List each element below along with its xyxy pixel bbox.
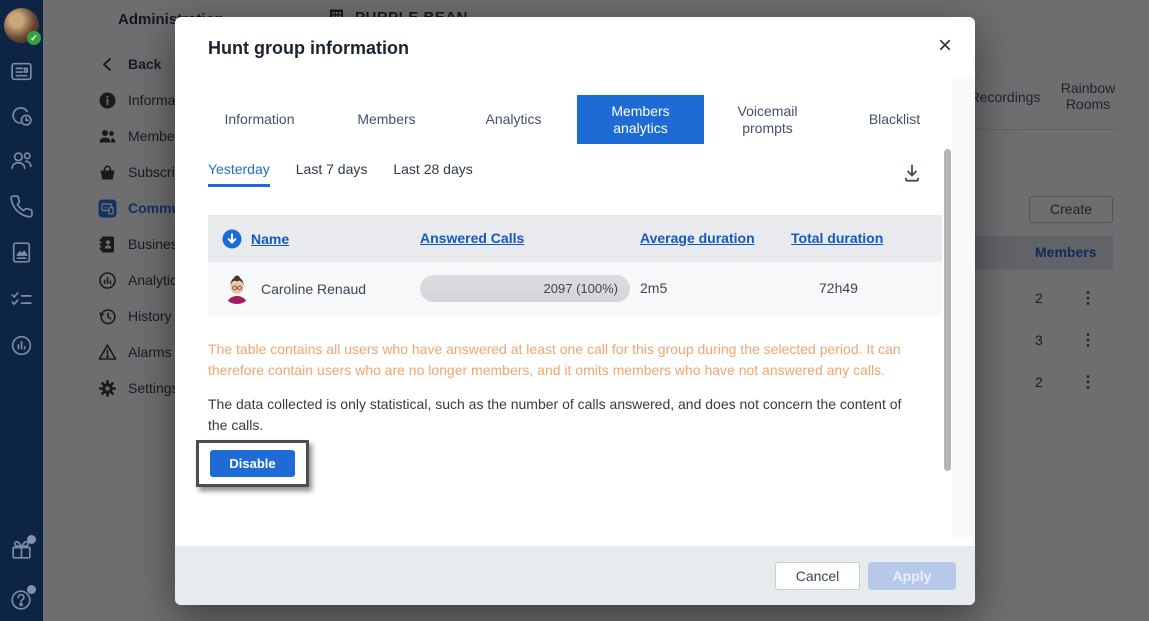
icon-rail: ✓	[0, 0, 43, 621]
logo-avatar[interactable]: ✓	[4, 8, 39, 43]
column-header-total-duration[interactable]: Total duration	[791, 230, 883, 246]
period-last-28-days[interactable]: Last 28 days	[393, 161, 472, 187]
modal-title: Hunt group information	[208, 38, 409, 59]
table-row: Caroline Renaud 2097 (100%) 2m5 72h49	[208, 262, 942, 315]
user-avatar	[222, 274, 252, 304]
period-last-7-days[interactable]: Last 7 days	[296, 161, 368, 187]
tab-blacklist[interactable]: Blacklist	[831, 95, 958, 144]
answered-calls-bar: 2097 (100%)	[420, 275, 630, 302]
tab-voicemail-prompts[interactable]: Voicemail prompts	[704, 95, 831, 144]
total-duration-value: 72h49	[791, 280, 858, 296]
gift-icon[interactable]	[8, 536, 35, 563]
news-icon[interactable]	[8, 58, 35, 85]
modal-footer: Cancel Apply	[175, 546, 975, 605]
sort-descending-icon[interactable]	[222, 229, 242, 249]
analytics-donut-icon[interactable]	[8, 332, 35, 359]
table-header-row: Name Answered Calls Average duration Tot…	[208, 215, 942, 262]
notification-dot	[27, 585, 36, 594]
call-log-icon[interactable]	[8, 103, 35, 130]
info-note: The data collected is only statistical, …	[208, 394, 924, 436]
download-icon[interactable]	[901, 162, 923, 184]
apply-button[interactable]: Apply	[868, 562, 956, 590]
column-header-name[interactable]: Name	[251, 231, 289, 247]
column-header-average-duration[interactable]: Average duration	[640, 230, 755, 246]
help-icon[interactable]	[8, 586, 35, 613]
modal-tab-bar: Information Members Analytics Members an…	[196, 95, 958, 144]
member-name: Caroline Renaud	[261, 281, 366, 297]
notification-dot	[27, 535, 36, 544]
answered-calls-value: 2097 (100%)	[544, 281, 618, 296]
disable-button[interactable]: Disable	[210, 450, 295, 477]
tab-information[interactable]: Information	[196, 95, 323, 144]
modal-scrollbar-thumb[interactable]	[944, 149, 951, 471]
members-analytics-table: Name Answered Calls Average duration Tot…	[208, 215, 942, 315]
tab-members[interactable]: Members	[323, 95, 450, 144]
period-tab-bar: Yesterday Last 7 days Last 28 days	[208, 161, 473, 187]
highlight-annotation-box: Disable	[196, 440, 309, 487]
tab-analytics[interactable]: Analytics	[450, 95, 577, 144]
phone-icon[interactable]	[8, 193, 35, 220]
warning-note: The table contains all users who have an…	[208, 339, 916, 381]
tasks-icon[interactable]	[8, 286, 35, 313]
column-header-answered-calls[interactable]: Answered Calls	[420, 230, 524, 246]
contacts-icon[interactable]	[8, 147, 35, 174]
documents-icon[interactable]	[8, 239, 35, 266]
modal-right-gutter	[952, 77, 975, 537]
period-yesterday[interactable]: Yesterday	[208, 161, 270, 187]
tab-members-analytics[interactable]: Members analytics	[577, 95, 704, 144]
presence-check-badge: ✓	[27, 31, 41, 45]
average-duration-value: 2m5	[640, 280, 667, 296]
close-icon[interactable]: ×	[930, 31, 960, 61]
hunt-group-modal: Hunt group information × Information Mem…	[175, 17, 975, 605]
cancel-button[interactable]: Cancel	[775, 562, 860, 590]
